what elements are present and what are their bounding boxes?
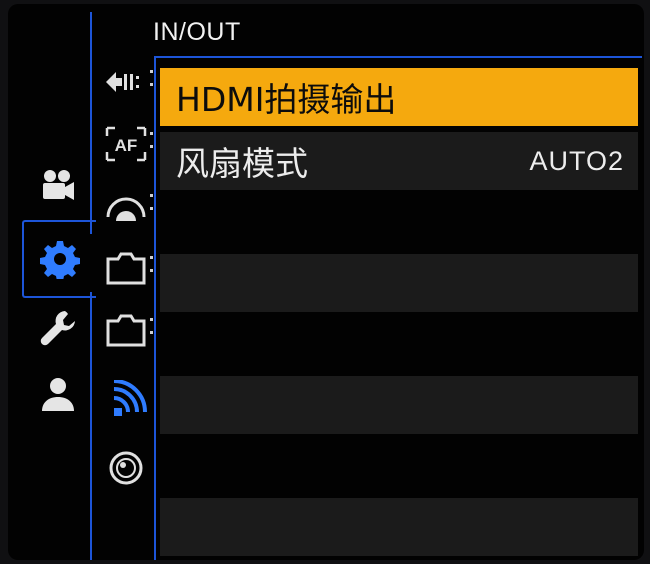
menu-row-empty — [160, 193, 638, 251]
af-icon-label: AF — [115, 136, 138, 155]
camera-body-icon — [104, 249, 148, 287]
menu-item-hdmi-rec-output[interactable]: HDMI拍摄输出 — [160, 68, 638, 126]
menu-item-fan-mode[interactable]: 风扇模式 AUTO2 — [160, 132, 638, 190]
sub-tab-2[interactable]: AF — [98, 116, 154, 172]
tab-my-menu[interactable] — [26, 362, 90, 426]
menu-row-empty — [160, 315, 638, 373]
person-icon — [39, 375, 77, 413]
af-icon: AF — [104, 125, 148, 163]
sub-tab-1-page-dots — [150, 70, 154, 96]
sub-tab-in-out[interactable] — [100, 372, 156, 428]
burst-arrows-icon — [104, 62, 148, 102]
menu-item-value: AUTO2 — [529, 145, 624, 176]
sub-tab-4[interactable] — [98, 240, 154, 296]
tab-custom[interactable] — [26, 296, 90, 360]
camera-body-icon-2 — [104, 311, 148, 349]
wrench-icon — [39, 309, 77, 347]
sub-tab-3-page-dots — [150, 194, 154, 220]
lens-ring-icon — [104, 448, 148, 488]
header-divider — [156, 56, 642, 58]
menu-row-empty — [160, 254, 638, 312]
menu-row-empty — [160, 498, 638, 556]
menu-row-empty — [160, 437, 638, 495]
gear-icon — [40, 239, 80, 279]
menu-row-empty — [160, 376, 638, 434]
wireless-icon — [106, 380, 150, 420]
menu-item-label: 风扇模式 — [176, 144, 308, 183]
sub-tab-5[interactable] — [98, 302, 154, 358]
video-camera-icon — [39, 167, 77, 205]
tab-settings[interactable] — [22, 220, 96, 298]
sub-tab-1[interactable] — [98, 54, 154, 110]
sub-tab-5-page-dots — [150, 318, 154, 344]
exposure-dial-icon — [104, 187, 148, 225]
sub-tab-7[interactable] — [98, 440, 154, 496]
sub-tab-4-page-dots — [150, 256, 154, 282]
sub-tab-3[interactable] — [98, 178, 154, 234]
page-title: IN/OUT — [153, 18, 241, 46]
tab-video[interactable] — [26, 154, 90, 218]
sub-column-divider — [154, 56, 156, 560]
main-category-column — [16, 154, 96, 426]
sub-tab-2-page-dots — [150, 132, 154, 158]
camera-menu-screen: IN/OUT AF HDMI拍摄输出 风扇模式 AUTO2 — [8, 4, 644, 560]
menu-item-label: HDMI拍摄输出 — [176, 80, 397, 119]
